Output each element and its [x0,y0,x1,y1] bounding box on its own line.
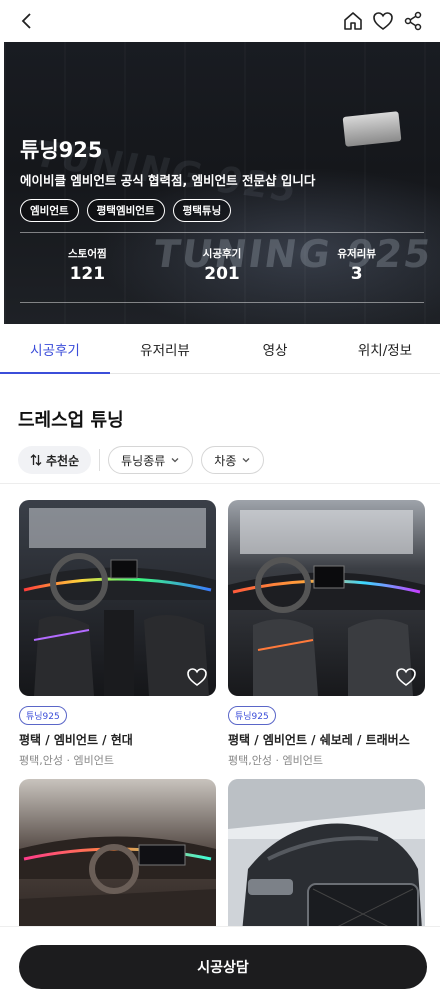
store-badge: 튜닝925 [19,706,67,725]
chevron-down-icon [171,458,179,463]
share-icon [404,11,422,31]
content-tabs: 시공후기 유저리뷰 영상 위치/정보 [0,324,440,374]
tag-chip[interactable]: 평택엠비언트 [86,199,165,222]
store-hero: TUNING 925 TUNING 925 튜닝925 에이비클 엠비언트 공식… [4,42,440,324]
section-divider [0,483,440,484]
home-icon [344,12,362,30]
filter-label: 튜닝종류 [121,453,166,468]
home-button[interactable] [338,6,368,36]
filter-bar: 추천순 튜닝종류 차종 [18,446,265,474]
bottom-bar: 시공상담 [0,927,440,1001]
chevron-left-icon [21,13,31,29]
store-badge: 튜닝925 [228,706,276,725]
tag-chip[interactable]: 엠비언트 [20,199,79,222]
filter-label: 차종 [214,453,237,468]
filter-tuning-type[interactable]: 튜닝종류 [108,446,194,474]
back-button[interactable] [12,6,42,36]
review-card[interactable]: 튜닝925 평택 / 엠비언트 / 쉐보레 / 트래버스 평택,안성 · 엠비언… [228,500,425,768]
store-tagline: 에이비클 엠비언트 공식 협력점, 엠비언트 전문샵 입니다 [20,173,316,188]
chevron-down-icon [242,458,250,463]
tag-chip[interactable]: 평택튜닝 [172,199,232,222]
tab-user-reviews[interactable]: 유저리뷰 [110,324,220,373]
card-image[interactable] [228,500,425,696]
review-card[interactable]: 튜닝925 평택 / 엠비언트 / 현대 평택,안성 · 엠비언트 [19,500,216,768]
hero-lamp [342,111,402,147]
stat-value: 3 [350,264,363,284]
stats-divider-top [20,232,424,233]
store-name: 튜닝925 [20,138,103,162]
store-stats: 스토어찜 121 시공후기 201 유저리뷰 3 [20,246,424,284]
card-subtitle: 평택,안성 · 엠비언트 [228,754,323,767]
filter-car-model[interactable]: 차종 [201,446,265,474]
stat-user-reviews[interactable]: 유저리뷰 3 [289,246,424,284]
section-title: 드레스업 튜닝 [18,410,124,431]
heart-icon [373,12,393,30]
stat-label: 스토어찜 [68,248,107,260]
stat-value: 121 [69,264,106,284]
share-button[interactable] [398,6,428,36]
favorite-button[interactable] [368,6,398,36]
card-image[interactable] [19,500,216,696]
store-tags: 엠비언트 평택엠비언트 평택튜닝 [20,199,232,222]
card-subtitle: 평택,안성 · 엠비언트 [19,754,114,767]
stat-label: 시공후기 [202,248,242,260]
sort-button[interactable]: 추천순 [18,446,92,474]
consult-button[interactable]: 시공상담 [19,945,427,989]
stats-divider-bottom [20,302,424,303]
sort-icon [30,454,42,466]
sort-label: 추천순 [46,453,80,468]
stat-value: 201 [204,264,240,284]
card-title: 평택 / 엠비언트 / 쉐보레 / 트래버스 [228,733,410,747]
heart-icon [187,668,207,686]
tab-video[interactable]: 영상 [220,324,330,373]
tab-location-info[interactable]: 위치/정보 [330,324,440,373]
tab-work-reviews[interactable]: 시공후기 [0,324,110,374]
stat-reviews-work[interactable]: 시공후기 201 [155,246,290,284]
filter-divider [99,449,101,471]
heart-icon [396,668,416,686]
stat-label: 유저리뷰 [337,248,376,260]
stat-favorites[interactable]: 스토어찜 121 [20,246,155,284]
card-title: 평택 / 엠비언트 / 현대 [19,733,133,747]
top-bar [0,0,440,42]
